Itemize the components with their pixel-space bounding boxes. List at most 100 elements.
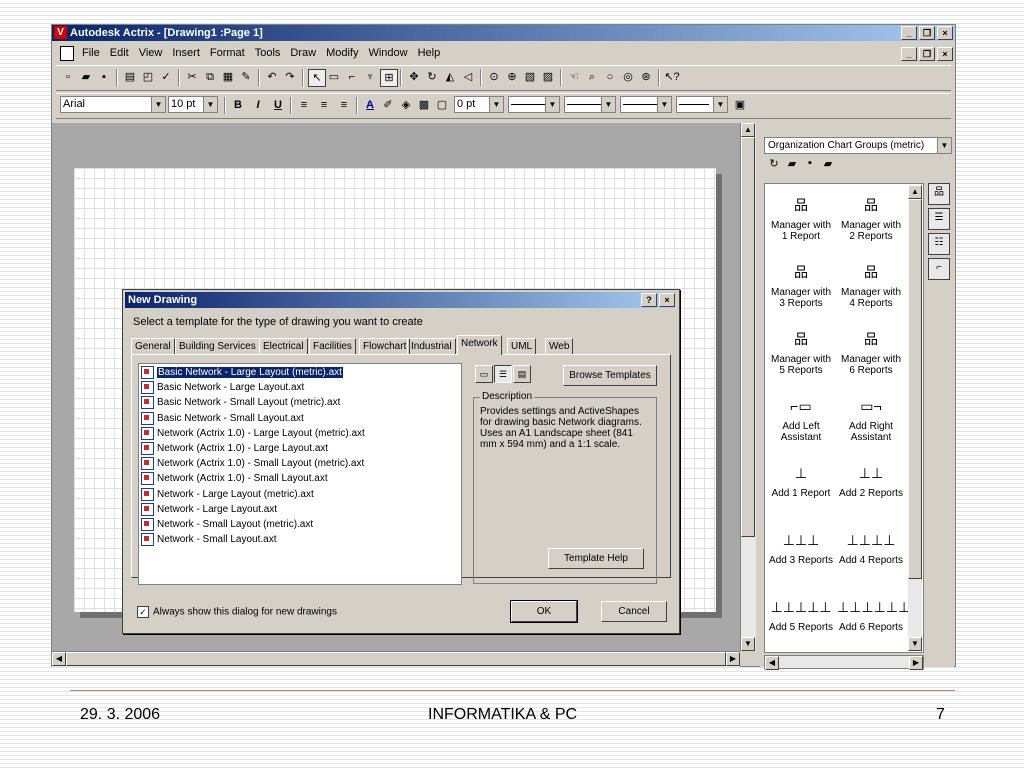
template-list[interactable]: Basic Network - Large Layout (metric).ax… [138,363,462,585]
stencil-hscrollbar[interactable]: ◀ ▶ [764,655,924,670]
menu-modify[interactable]: Modify [321,43,363,63]
restore-button[interactable]: ❐ [919,26,935,40]
stencil-shape[interactable]: 品 Manager with 1 Report [767,190,835,242]
template-list-item[interactable]: Basic Network - Small Layout.axt [141,411,304,426]
menu-help[interactable]: Help [413,43,446,63]
smart-connector-icon[interactable]: ⊞ [380,69,398,87]
stencil-shape[interactable]: ⌐▭ Add Left Assistant [767,391,835,443]
stencil-shape[interactable]: ⊥⊥ Add 2 Reports [837,458,905,499]
template-list-item[interactable]: Network - Large Layout.axt [141,502,277,517]
details-view-icon[interactable]: ▤ [513,365,531,383]
spelling-icon[interactable]: ✓ [158,69,174,85]
scroll-down-icon[interactable]: ▼ [741,637,755,651]
pointer-icon[interactable]: ↖ [308,69,326,87]
move-icon[interactable]: ✥ [406,69,422,85]
template-list-item[interactable]: Network (Actrix 1.0) - Small Layout (met… [141,457,364,471]
tab-uml[interactable]: UML [507,338,537,355]
stencil-shape[interactable]: 品 Manager with 3 Reports [767,257,835,309]
menu-draw[interactable]: Draw [285,43,321,63]
drawing-canvas[interactable]: New Drawing ? × Select a template for th… [52,123,740,651]
stencil-shape[interactable]: ▭¬ Add Right Assistant [837,391,905,443]
scroll-down-icon[interactable]: ▼ [908,637,922,651]
line-style-select[interactable]: ▼ [508,96,560,113]
tab-industrial[interactable]: Industrial [407,338,456,355]
menu-file[interactable]: File [77,43,105,63]
template-list-item[interactable]: Network (Actrix 1.0) - Large Layout.axt [141,442,328,456]
print-icon[interactable]: ▤ [122,69,138,85]
open-icon[interactable]: ▰ [78,69,94,85]
connector-view-icon[interactable]: ⌐ [928,258,950,280]
connector-icon[interactable]: ⌐ [344,69,360,85]
stencil-scrollbar[interactable]: ▲ ▼ [908,185,922,651]
template-list-item[interactable]: Network - Small Layout.axt [141,533,277,547]
fill-pattern-icon[interactable]: ▩ [416,97,432,113]
template-list-item[interactable]: Basic Network - Large Layout.axt [141,381,304,395]
stencil-shape[interactable]: 品 Manager with 2 Reports [837,190,905,242]
fill-color-icon[interactable]: ◈ [398,97,414,113]
save-group-icon[interactable]: ▪ [802,157,818,171]
app-titlebar[interactable]: V Autodesk Actrix - [Drawing1 :Page 1] _… [52,25,955,41]
tree-view-icon[interactable]: ☰ [928,208,950,230]
redo-icon[interactable]: ↷ [282,69,298,85]
dialog-help-button[interactable]: ? [641,293,657,307]
refresh-icon[interactable]: ↻ [766,157,782,171]
align-right-icon[interactable]: ≡ [336,97,352,113]
print-preview-icon[interactable]: ◰ [140,69,156,85]
line-weight-select[interactable]: 0 pt ▼ [454,96,504,113]
stencil-shape[interactable]: ⊥⊥⊥⊥⊥ Add 5 Reports [767,592,835,633]
browse-templates-button[interactable]: Browse Templates [563,365,657,386]
send-back-icon[interactable]: ▨ [540,69,556,85]
context-help-icon[interactable]: ↖? [664,69,680,85]
close-button[interactable]: × [937,26,953,40]
font-color-icon[interactable]: A [362,97,378,113]
stencil-shape[interactable]: ⊥⊥⊥ Add 3 Reports [767,525,835,566]
tab-web[interactable]: Web [545,338,574,355]
stencil-shape[interactable]: ⊥⊥⊥⊥ Add 4 Reports [837,525,905,566]
document-icon[interactable] [60,45,74,61]
shadow-icon[interactable]: ▢ [434,97,450,113]
format-painter-icon[interactable]: ✎ [238,69,254,85]
stencil-shape[interactable]: 品 Manager with 4 Reports [837,257,905,309]
rotate-icon[interactable]: ↻ [424,69,440,85]
line-end-select[interactable]: ▼ [620,96,672,113]
open-folder-icon[interactable]: ▰ [784,157,800,171]
menu-insert[interactable]: Insert [167,43,205,63]
tab-general[interactable]: General [131,338,175,355]
bring-front-icon[interactable]: ▧ [522,69,538,85]
undo-icon[interactable]: ↶ [264,69,280,85]
ok-button[interactable]: OK [510,600,578,623]
menu-window[interactable]: Window [363,43,412,63]
menu-edit[interactable]: Edit [105,43,134,63]
tab-electrical[interactable]: Electrical [259,338,308,355]
stencil-scroll-thumb[interactable] [908,199,922,579]
canvas-vertical-scrollbar[interactable]: ▲ ▼ [740,123,756,651]
tab-building-services[interactable]: Building Services [175,338,260,355]
doc-close-button[interactable]: × [937,47,953,61]
stencil-shape[interactable]: ⊥⊥⊥⊥⊥⊥ Add 6 Reports [837,592,910,633]
new-icon[interactable]: ▫ [60,69,76,85]
paste-icon[interactable]: ▦ [220,69,236,85]
org-chart-icon[interactable]: ♆ [362,69,378,85]
scroll-right-icon[interactable]: ▶ [909,656,923,670]
list-view-icon[interactable]: ☷ [928,233,950,255]
canvas-horizontal-scrollbar[interactable]: ◀ ▶ [52,651,740,667]
menu-tools[interactable]: Tools [250,43,286,63]
text-tool-icon[interactable]: ▭ [326,69,342,85]
doc-restore-button[interactable]: ❐ [919,47,935,61]
scroll-left-icon[interactable]: ◀ [765,656,779,670]
template-list-item[interactable]: Basic Network - Small Layout (metric).ax… [141,396,340,410]
mirror-icon[interactable]: ◭ [442,69,458,85]
align-left-icon[interactable]: ≡ [296,97,312,113]
scroll-left-icon[interactable]: ◀ [52,652,66,666]
menu-view[interactable]: View [134,43,168,63]
scroll-up-icon[interactable]: ▲ [908,185,922,199]
save-icon[interactable]: ▪ [96,69,112,85]
stencil-shape[interactable]: ⊥ Add 1 Report [767,458,835,499]
template-list-item[interactable]: Network (Actrix 1.0) - Large Layout (met… [141,426,365,441]
doc-minimize-button[interactable]: _ [901,47,917,61]
line-color-icon[interactable]: ✐ [380,97,396,113]
dialog-close-button[interactable]: × [659,293,675,307]
pan-icon[interactable]: ☜ [566,69,582,85]
template-list-item[interactable]: Network - Large Layout (metric).axt [141,487,314,502]
zoom-area-icon[interactable]: ⌕ [584,69,600,85]
